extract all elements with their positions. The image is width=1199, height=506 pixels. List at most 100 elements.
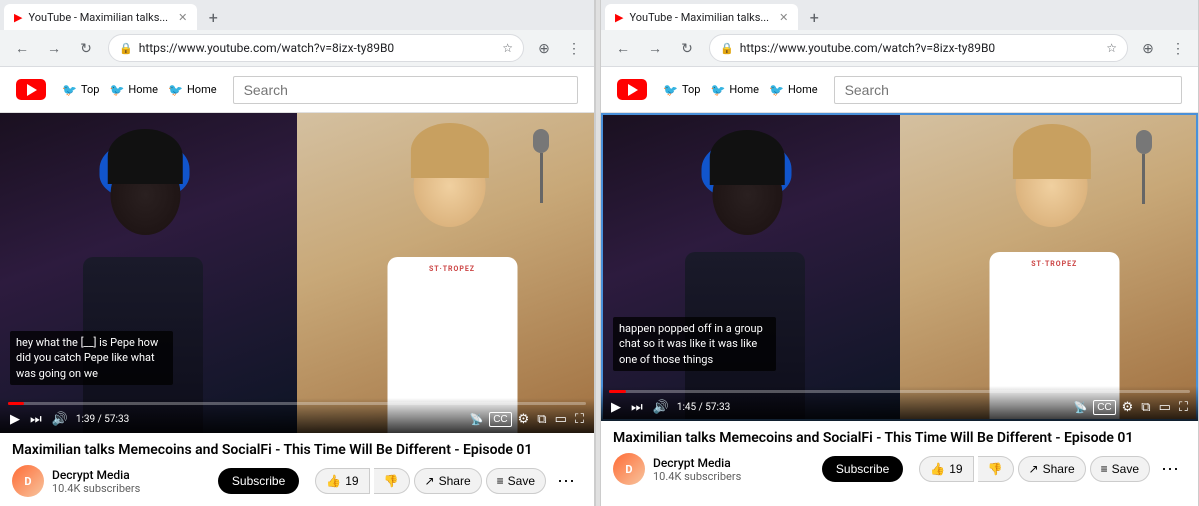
left-reload-btn[interactable]: ↻	[72, 34, 100, 62]
left-active-tab[interactable]: ▶ YouTube - Maximilian talks... ✕	[4, 4, 197, 30]
right-miniplayer-btn[interactable]: ⧉	[1139, 397, 1152, 417]
right-share-btn[interactable]: ↗ Share	[1018, 456, 1086, 482]
left-forward-btn[interactable]: →	[40, 34, 68, 62]
right-reload-btn[interactable]: ↻	[673, 34, 701, 62]
right-subscribe-btn[interactable]: Subscribe	[822, 456, 903, 482]
right-airplay-btn[interactable]: 📡	[1071, 399, 1089, 416]
left-subscribe-btn[interactable]: Subscribe	[218, 468, 299, 494]
left-yt-nav-links: 🐦 Top 🐦 Home 🐦 Home	[62, 83, 217, 97]
right-settings-btn[interactable]: ⚙	[1120, 397, 1136, 417]
right-menu-btn[interactable]: ⋮	[1166, 36, 1190, 60]
left-right-controls: 📡 CC ⚙ ⧉ ▭ ⛶	[467, 409, 586, 429]
left-more-btn[interactable]: ⋯	[550, 465, 582, 497]
left-back-btn[interactable]: ←	[8, 34, 36, 62]
right-nav-top-label: Top	[682, 83, 700, 96]
left-cc-btn[interactable]: CC	[489, 412, 511, 427]
left-next-btn[interactable]: ⏭	[28, 409, 44, 429]
left-like-btn[interactable]: 👍 19	[315, 468, 369, 494]
left-tab-label: YouTube - Maximilian talks...	[28, 11, 168, 24]
shirt-text: ST·TROPEZ	[387, 257, 517, 281]
left-miniplayer-btn[interactable]: ⧉	[535, 409, 548, 429]
right-video-frame[interactable]: happen popped off in a group chat so it …	[601, 113, 1198, 421]
right-tab-close[interactable]: ✕	[779, 11, 788, 24]
right-address-bar[interactable]: 🔒 https://www.youtube.com/watch?v=8izx-t…	[709, 34, 1128, 62]
left-address-bar[interactable]: 🔒 https://www.youtube.com/watch?v=8izx-t…	[108, 34, 524, 62]
left-nav-top[interactable]: 🐦 Top	[62, 83, 99, 97]
right-search-input[interactable]	[834, 76, 1182, 104]
left-menu-btn[interactable]: ⋮	[562, 36, 586, 60]
right-active-tab[interactable]: ▶ YouTube - Maximilian talks... ✕	[605, 4, 798, 30]
right-yt-logo-icon	[617, 79, 647, 100]
right-controls-row: ▶ ⏭ 🔊 1:45 / 57:33 📡 CC ⚙ ⧉ ▭	[609, 397, 1190, 417]
right-forward-btn[interactable]: →	[641, 34, 669, 62]
left-mic	[533, 129, 549, 203]
left-yt-logo[interactable]	[16, 79, 46, 100]
right-next-btn[interactable]: ⏭	[629, 397, 645, 417]
left-volume-btn[interactable]: 🔊	[50, 409, 70, 429]
left-share-btn[interactable]: ↗ Share	[414, 468, 482, 494]
right-new-tab-btn[interactable]: +	[800, 3, 828, 31]
right-share-label: Share	[1043, 462, 1075, 476]
left-share-label: Share	[439, 474, 471, 488]
left-nav-top-label: Top	[81, 83, 99, 96]
right-yt-logo[interactable]	[617, 79, 647, 100]
right-extensions-btn[interactable]: ⊕	[1136, 36, 1160, 60]
left-time-current: 1:39	[76, 414, 95, 425]
right-save-btn[interactable]: ≡ Save	[1090, 456, 1150, 482]
right-channel-subs: 10.4K subscribers	[653, 470, 814, 483]
right-browser-chrome: ▶ YouTube - Maximilian talks... ✕ + ← → …	[601, 0, 1198, 67]
right-back-btn[interactable]: ←	[609, 34, 637, 62]
right-channel-name[interactable]: Decrypt Media	[653, 456, 814, 470]
right-yt-header: 🐦 Top 🐦 Home 🐦 Home	[601, 67, 1198, 113]
left-avatar-initials: D	[24, 475, 31, 488]
left-bookmark-icon[interactable]: ☆	[502, 41, 513, 55]
right-channel-row: D Decrypt Media 10.4K subscribers Subscr…	[613, 453, 1186, 485]
left-tab-close[interactable]: ✕	[178, 11, 187, 24]
right-nav-home2[interactable]: 🐦 Home	[769, 83, 818, 97]
left-video-left-half: hey what the [__] is Pepe how did you ca…	[0, 113, 297, 433]
left-settings-btn[interactable]: ⚙	[516, 409, 532, 429]
right-browser-action-btns: ⊕ ⋮	[1136, 36, 1190, 60]
left-save-btn[interactable]: ≡ Save	[486, 468, 546, 494]
right-bookmark-icon[interactable]: ☆	[1106, 41, 1117, 55]
right-url-text: https://www.youtube.com/watch?v=8izx-ty8…	[740, 41, 1101, 55]
right-volume-btn[interactable]: 🔊	[651, 397, 671, 417]
left-nav-home2[interactable]: 🐦 Home	[168, 83, 217, 97]
left-channel-name[interactable]: Decrypt Media	[52, 468, 210, 482]
left-dislike-btn[interactable]: 👎	[374, 468, 410, 494]
left-lock-icon: 🔒	[119, 42, 133, 55]
left-play-btn[interactable]: ▶	[8, 409, 22, 429]
right-lock-icon: 🔒	[720, 42, 734, 55]
right-mic	[1136, 130, 1152, 204]
right-channel-avatar[interactable]: D	[613, 453, 645, 485]
right-share-icon: ↗	[1029, 462, 1039, 476]
right-nav-buttons: ← → ↻	[609, 34, 701, 62]
left-airplay-btn[interactable]: 📡	[467, 411, 485, 428]
left-theater-btn[interactable]: ▭	[553, 409, 569, 429]
left-yt-logo-icon	[16, 79, 46, 100]
left-new-tab-btn[interactable]: +	[199, 3, 227, 31]
left-nav-buttons: ← → ↻	[8, 34, 100, 62]
left-channel-avatar[interactable]: D	[12, 465, 44, 497]
right-cc-btn[interactable]: CC	[1093, 400, 1115, 415]
right-fullscreen-btn[interactable]: ⛶	[1177, 397, 1190, 417]
right-save-icon: ≡	[1101, 462, 1108, 476]
right-more-btn[interactable]: ⋯	[1154, 453, 1186, 485]
right-video-container: happen popped off in a group chat so it …	[601, 113, 1198, 421]
right-play-btn[interactable]: ▶	[609, 397, 623, 417]
left-extensions-btn[interactable]: ⊕	[532, 36, 556, 60]
left-video-frame[interactable]: hey what the [__] is Pepe how did you ca…	[0, 113, 594, 433]
left-progress-bar[interactable]	[8, 402, 586, 405]
right-action-btns: 👍 19 👎 ↗ Share ≡ Save ⋯	[919, 453, 1186, 485]
right-progress-bar[interactable]	[609, 390, 1190, 393]
left-nav-home1[interactable]: 🐦 Home	[109, 83, 158, 97]
left-search-input[interactable]	[233, 76, 578, 104]
right-dislike-btn[interactable]: 👎	[978, 456, 1014, 482]
right-like-btn[interactable]: 👍 19	[919, 456, 973, 482]
left-fullscreen-btn[interactable]: ⛶	[573, 409, 586, 429]
right-theater-btn[interactable]: ▭	[1157, 397, 1173, 417]
right-save-label: Save	[1112, 462, 1139, 476]
right-nav-home1[interactable]: 🐦 Home	[710, 83, 759, 97]
left-url-text: https://www.youtube.com/watch?v=8izx-ty8…	[139, 41, 497, 55]
right-nav-top[interactable]: 🐦 Top	[663, 83, 700, 97]
